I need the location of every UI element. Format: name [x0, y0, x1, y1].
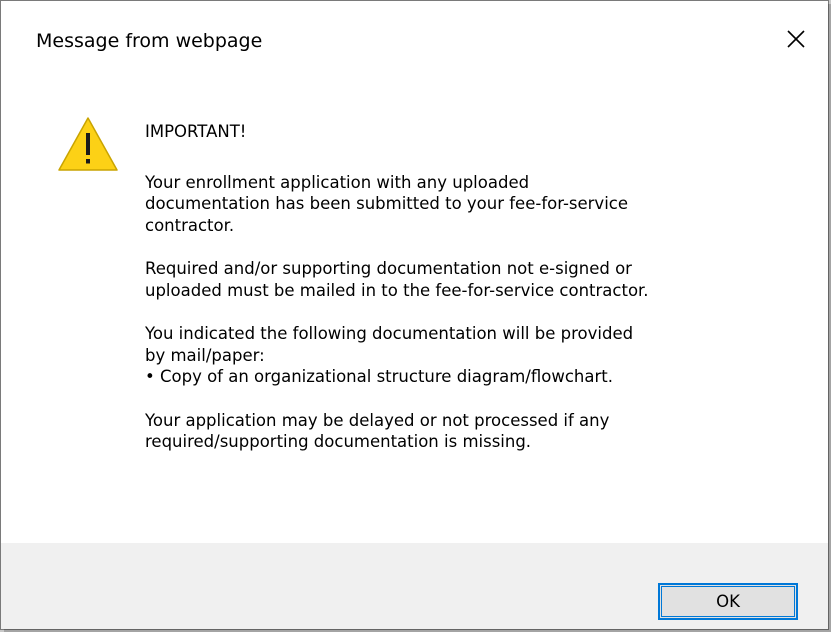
message-line: uploaded must be mailed in to the fee-fo… — [145, 280, 649, 300]
message-line: Your application may be delayed or not p… — [145, 410, 610, 430]
message-dialog: Message from webpage IMPORTANT! Your enr… — [0, 0, 829, 630]
dialog-footer: OK — [1, 543, 828, 629]
message-heading: IMPORTANT! — [145, 122, 247, 141]
warning-triangle-icon — [56, 115, 120, 173]
dialog-titlebar: Message from webpage — [1, 1, 828, 81]
ok-button[interactable]: OK — [658, 583, 798, 620]
message-line: You indicated the following documentatio… — [145, 324, 634, 343]
dialog-content: IMPORTANT! Your enrollment application w… — [1, 81, 828, 543]
message-paragraph: Your enrollment application with any upl… — [145, 172, 795, 237]
message-line: contractor. — [145, 215, 235, 235]
message-paragraph: Required and/or supporting documentation… — [145, 258, 795, 301]
message-line: documentation has been submitted to your… — [145, 194, 629, 213]
message-line: Your enrollment application with any upl… — [145, 172, 530, 192]
message-line: • Copy of an organizational structure di… — [145, 367, 613, 386]
dialog-title: Message from webpage — [36, 30, 263, 52]
message-line: required/supporting documentation is mis… — [145, 432, 532, 451]
message-text: IMPORTANT! Your enrollment application w… — [145, 121, 795, 475]
message-paragraph: Your application may be delayed or not p… — [145, 410, 795, 453]
message-paragraph: You indicated the following documentatio… — [145, 323, 795, 388]
close-icon[interactable] — [782, 25, 810, 53]
message-line: by mail/paper: — [145, 345, 265, 365]
message-line: Required and/or supporting documentation… — [145, 259, 632, 278]
